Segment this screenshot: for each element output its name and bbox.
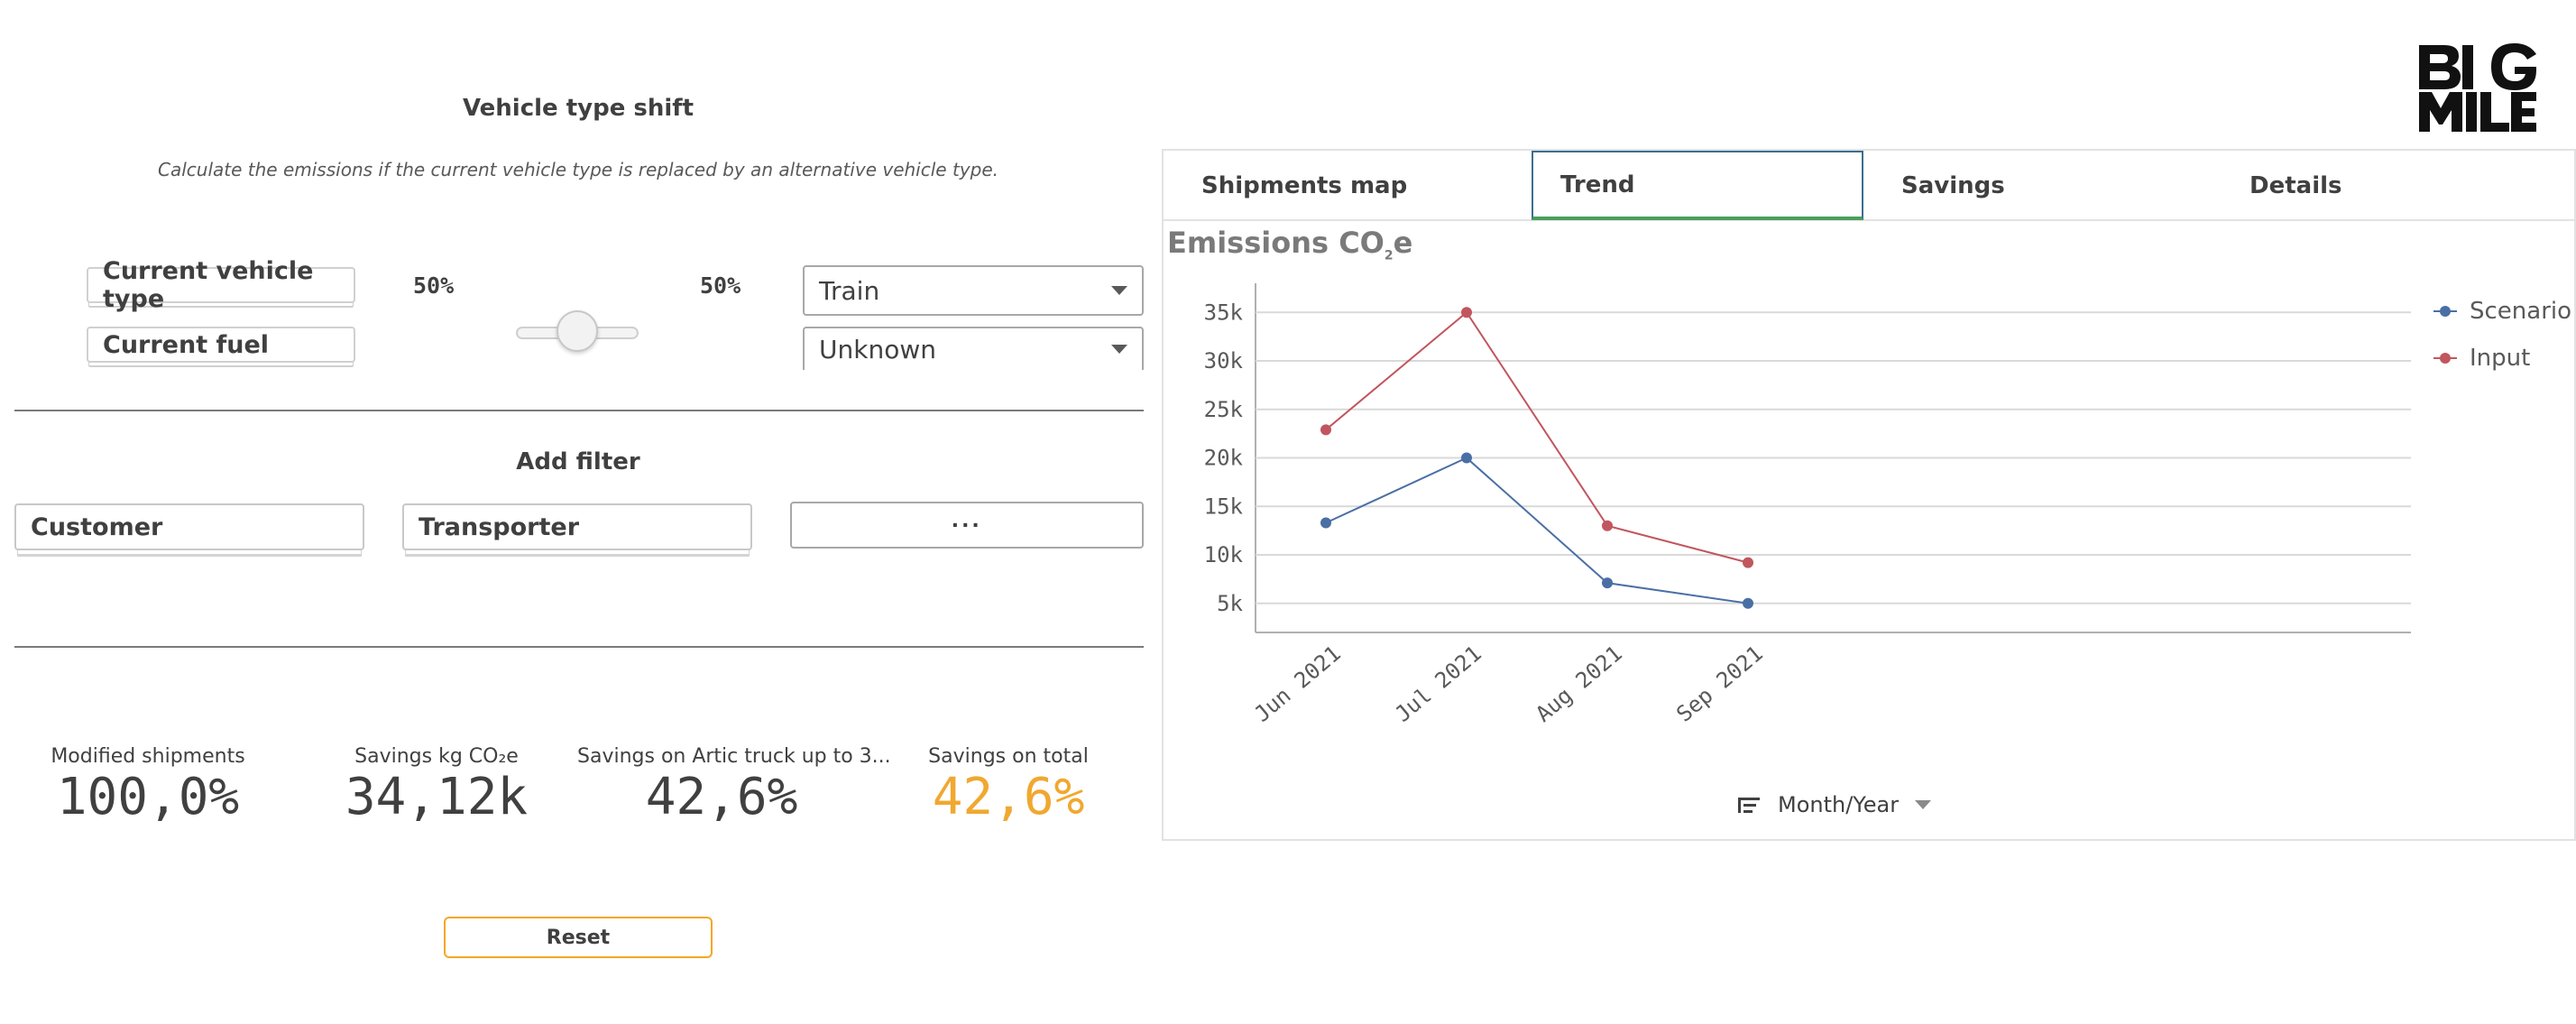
data-point-input	[1461, 307, 1472, 318]
kpi-savings-kg: Savings kg CO₂e 34,12k	[321, 745, 552, 826]
y-tick-label: 5k	[1217, 591, 1243, 616]
series-line-input	[1325, 310, 1749, 564]
data-point-scenario	[1602, 577, 1613, 589]
kpi-savings-artic-truck: Savings on Artic truck up to 3... 42,6%	[577, 745, 891, 826]
customer-filter-label: Customer	[31, 512, 163, 541]
more-icon: ···	[952, 511, 982, 539]
divider	[14, 410, 1144, 411]
legend-label: Scenario	[2470, 298, 2572, 325]
alternative-fuel-value: Unknown	[819, 334, 936, 364]
y-tick-label: 10k	[1204, 542, 1244, 567]
tab-label: Savings	[1901, 171, 2005, 199]
divider	[14, 646, 1144, 648]
vehicle-shift-slider-handle[interactable]	[557, 310, 598, 352]
tab-savings[interactable]: Savings	[1863, 151, 2219, 220]
data-point-input	[1320, 424, 1331, 436]
chevron-down-icon	[1111, 286, 1127, 295]
kpi-value: 100,0%	[56, 768, 240, 826]
tab-shipments-map[interactable]: Shipments map	[1164, 151, 1532, 220]
current-fuel-button[interactable]: Current fuel	[87, 327, 355, 363]
bigmile-logo	[2419, 43, 2536, 132]
dimension-label: Month/Year	[1778, 792, 1900, 817]
x-tick-label: Sep 2021	[1671, 641, 1768, 727]
kpi-label: Savings kg CO₂e	[354, 745, 519, 768]
chevron-down-icon	[1111, 345, 1127, 354]
data-point-scenario	[1461, 452, 1472, 464]
data-point-input	[1743, 557, 1753, 568]
y-tick-label: 35k	[1204, 300, 1244, 325]
sort-icon	[1738, 798, 1760, 813]
current-vehicle-type-button[interactable]: Current vehicle type	[87, 257, 355, 313]
chart-legend: Scenario Input	[2432, 298, 2571, 372]
alternative-vehicle-dropdown[interactable]: Train	[803, 265, 1144, 316]
y-tick-label: 20k	[1204, 446, 1244, 471]
kpi-label: Savings on Artic truck up to 3...	[577, 745, 891, 768]
alternative-vehicle-value: Train	[819, 275, 880, 306]
legend-item-scenario[interactable]: Scenario	[2432, 298, 2571, 325]
dimension-selector[interactable]: Month/Year	[1736, 792, 1932, 817]
kpi-modified-shipments: Modified shipments 100,0%	[32, 745, 263, 826]
emissions-line-chart: 5k 10k 15k 20k 25k 30k 35k Jun 2021 Jul 2021 Aug …	[1204, 283, 2411, 727]
tab-label: Trend	[1560, 171, 1635, 198]
chevron-down-icon	[1915, 800, 1932, 809]
y-tick-label: 25k	[1204, 397, 1244, 422]
page-title: Vehicle type shift	[462, 95, 695, 122]
add-filter-title: Add filter	[516, 448, 640, 475]
y-tick-label: 30k	[1204, 348, 1244, 374]
x-tick-label: Jul 2021	[1390, 641, 1486, 727]
tab-label: Shipments map	[1201, 171, 1408, 199]
tab-details[interactable]: Details	[2212, 151, 2574, 220]
y-tick-label: 15k	[1204, 494, 1244, 519]
legend-marker-icon	[2433, 353, 2457, 364]
right-percentage: 50%	[700, 272, 741, 299]
legend-marker-icon	[2433, 306, 2457, 317]
reset-button[interactable]: Reset	[444, 917, 713, 958]
tab-label: Details	[2249, 171, 2342, 199]
transporter-filter-label: Transporter	[419, 512, 580, 541]
transporter-filter-button[interactable]: Transporter	[402, 503, 752, 550]
kpi-savings-total: Savings on total 42,6%	[893, 745, 1124, 826]
alternative-fuel-dropdown[interactable]: Unknown	[803, 327, 1144, 370]
kpi-value: 42,6%	[645, 768, 798, 826]
more-filters-button[interactable]: ···	[790, 502, 1144, 549]
current-fuel-label: Current fuel	[103, 330, 270, 359]
kpi-value: 42,6%	[932, 768, 1085, 826]
left-percentage: 50%	[413, 272, 455, 299]
customer-filter-button[interactable]: Customer	[14, 503, 364, 550]
data-point-scenario	[1320, 517, 1331, 529]
legend-item-input[interactable]: Input	[2432, 345, 2571, 372]
tab-trend[interactable]: Trend	[1532, 151, 1863, 220]
current-vehicle-type-label: Current vehicle type	[103, 257, 314, 313]
legend-label: Input	[2470, 345, 2531, 372]
data-point-scenario	[1743, 597, 1753, 609]
series-line-scenario	[1325, 457, 1749, 604]
kpi-label: Modified shipments	[51, 745, 245, 768]
kpi-label: Savings on total	[928, 745, 1089, 768]
x-tick-label: Aug 2021	[1531, 641, 1627, 727]
data-point-input	[1602, 520, 1613, 531]
kpi-value: 34,12k	[345, 768, 529, 826]
page-subtitle: Calculate the emissions if the current v…	[158, 159, 998, 180]
x-tick-label: Jun 2021	[1249, 641, 1346, 727]
